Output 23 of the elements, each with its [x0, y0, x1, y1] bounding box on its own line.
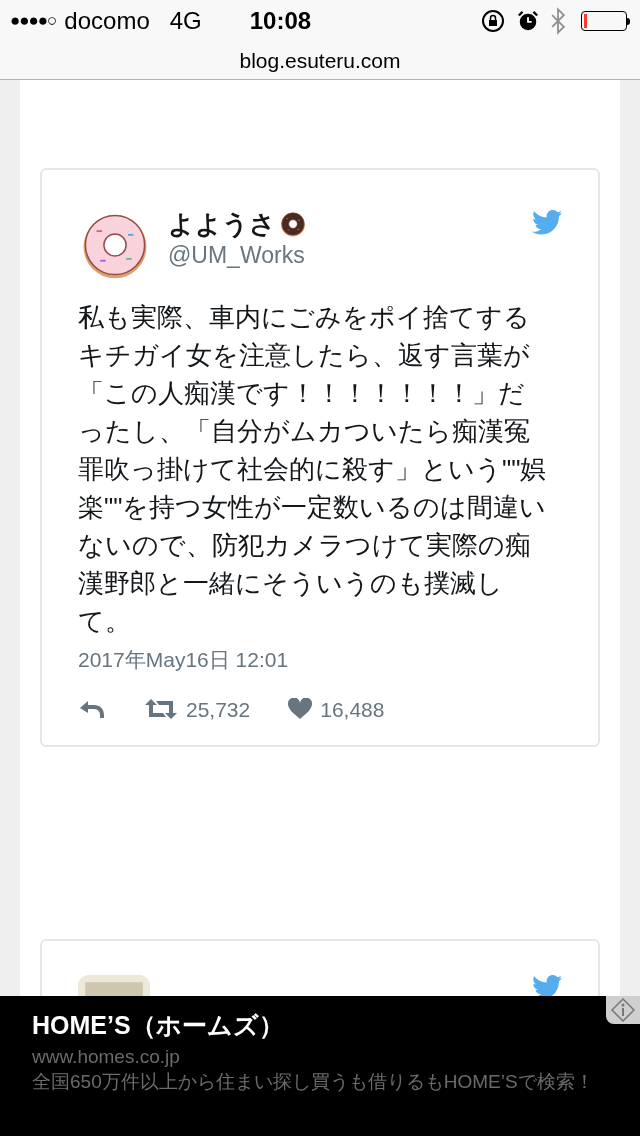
tweet-text: 私も実際、車内にごみをポイ捨てするキチガイ女を注意したら、返す言葉が「この人痴漢です！！！！！！！」だったし、「自分がムカついたら痴漢冤罪吹っ掛けて社会的に殺す」という""娯楽""を持つ女性が一定数いるのは間違いないので、防犯カメラつけて実際の痴漢野郎と一緒にそういうのも撲滅して。: [78, 301, 548, 638]
alarm-clock-icon: [517, 10, 539, 32]
network-type: 4G: [169, 6, 202, 36]
user-handle[interactable]: @UM_Works: [168, 240, 310, 270]
bluetooth-icon: [551, 7, 565, 35]
ad-title[interactable]: HOME’S（ホームズ）: [32, 1010, 608, 1040]
carrier-name: docomo: [64, 6, 150, 36]
ad-banner[interactable]: HOME’S（ホームズ） www.homes.co.jp 全国650万件以上から住まい探し買うも借りるもHOME’Sで検索！: [0, 996, 640, 1136]
heart-icon[interactable]: [288, 698, 313, 721]
page-address[interactable]: blog.esuteru.com: [239, 44, 401, 77]
like-count: 16,488: [320, 696, 385, 723]
signal-strength: ●●●●○: [10, 10, 57, 33]
rotation-lock-icon: [481, 9, 505, 33]
reply-icon[interactable]: [78, 699, 106, 720]
battery-icon: [581, 11, 627, 31]
clock-time: 10:08: [249, 6, 312, 36]
retweet-count: 25,732: [186, 696, 251, 723]
retweet-icon[interactable]: [144, 698, 178, 721]
tweet-timestamp[interactable]: 2017年May16日 12:01: [78, 644, 562, 676]
ad-info-icon[interactable]: [606, 996, 640, 1024]
ad-description: 全国650万件以上から住まい探し買うも借りるもHOME’Sで検索！: [32, 1070, 595, 1093]
display-name[interactable]: よようさ: [168, 208, 276, 240]
ad-url[interactable]: www.homes.co.jp: [32, 1044, 608, 1070]
